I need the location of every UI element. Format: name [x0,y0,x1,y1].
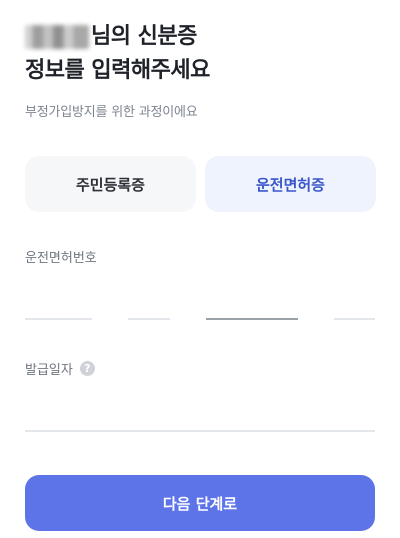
license-number-label: 운전면허번호 [25,251,97,266]
title-line2: 정보를 입력해주세요 [25,58,210,83]
tab-resident-card-label: 주민등록증 [75,175,145,194]
license-number-field-1[interactable] [25,318,92,320]
help-icon[interactable]: ? [79,361,95,376]
page-subtitle: 부정가입방지를 위한 과정이에요 [25,105,198,120]
blurred-user-name [25,25,89,49]
tab-resident-card[interactable]: 주민등록증 [25,156,196,212]
title-suffix: 님의 신분증 [91,24,197,49]
issue-date-label: 발급일자 ? [25,359,95,378]
page-title: 님의 신분증 정보를 입력해주세요 [25,20,210,88]
license-number-field-3[interactable] [206,318,298,320]
license-number-field-4[interactable] [334,318,375,320]
issue-date-field[interactable] [25,430,375,432]
tab-drivers-license-label: 운전면허증 [255,175,325,194]
license-number-field-2[interactable] [128,318,170,320]
id-verification-page: 님의 신분증 정보를 입력해주세요 부정가입방지를 위한 과정이에요 주민등록증… [0,0,400,538]
next-step-button[interactable]: 다음 단계로 [25,475,375,531]
tab-drivers-license[interactable]: 운전면허증 [205,156,376,212]
